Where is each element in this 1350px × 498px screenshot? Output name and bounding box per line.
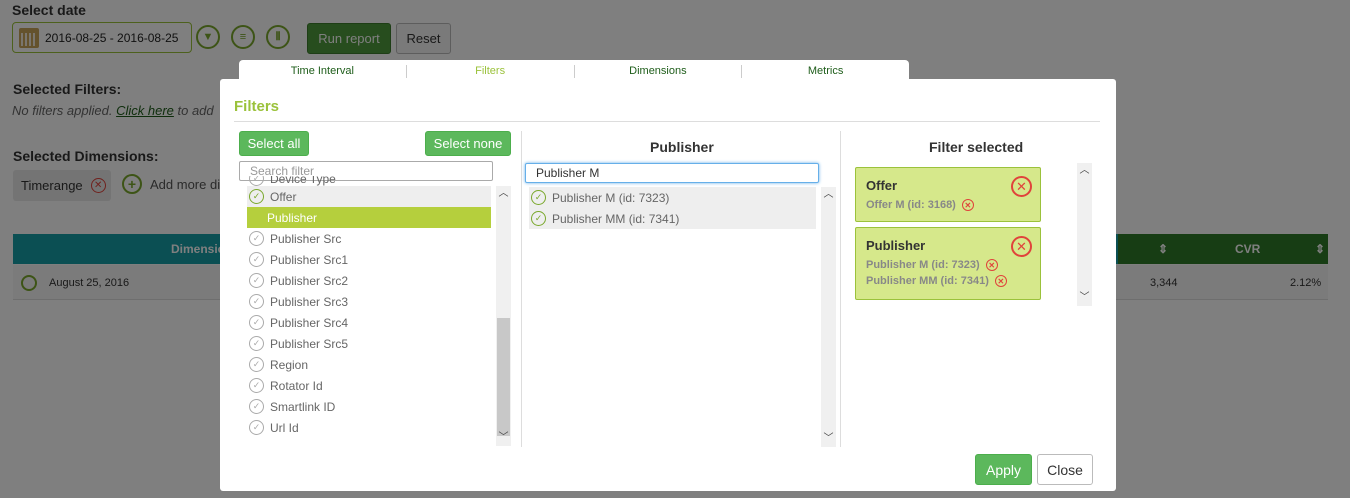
modal-tabs: Time Interval Filters Dimensions Metrics	[239, 60, 909, 82]
list-item[interactable]: ✓ Publisher M (id: 7323)	[529, 187, 816, 208]
list-item-label: Region	[270, 357, 309, 372]
list-item[interactable]: ✓ Publisher Src3	[247, 291, 491, 312]
scroll-thumb[interactable]	[497, 318, 510, 436]
check-icon: ✓	[531, 190, 546, 205]
list-item-label: Rotator Id	[270, 378, 323, 393]
publisher-list-scrollbar[interactable]: ︿ ﹀	[821, 187, 836, 447]
list-item[interactable]: ✓ Smartlink ID	[247, 396, 491, 417]
check-icon: ✓	[249, 176, 264, 186]
list-item-label: Device Type	[270, 176, 336, 186]
tab-time-interval[interactable]: Time Interval	[239, 64, 407, 78]
list-item[interactable]: ✓ Publisher Src5	[247, 333, 491, 354]
publisher-search-input[interactable]: Publisher M	[525, 163, 819, 183]
remove-filter-icon[interactable]: ✕	[1011, 236, 1032, 257]
list-item-label: Offer	[270, 189, 297, 204]
scroll-up-icon[interactable]: ︿	[821, 189, 836, 201]
remove-value-icon[interactable]: ✕	[994, 275, 1007, 287]
remove-value-icon[interactable]: ✕	[961, 199, 974, 211]
list-item-label: Publisher Src3	[270, 294, 349, 309]
select-all-button[interactable]: Select all	[239, 131, 309, 156]
list-item[interactable]: Publisher	[247, 207, 491, 228]
check-icon: ✓	[249, 399, 264, 414]
list-item-label: Publisher Src1	[270, 252, 349, 267]
column-divider	[521, 131, 522, 447]
remove-value-icon[interactable]: ✕	[985, 259, 998, 271]
scroll-down-icon[interactable]: ﹀	[496, 432, 511, 444]
list-item-label: Publisher Src4	[270, 315, 349, 330]
filter-list-scrollbar[interactable]: ︿ ﹀	[496, 186, 511, 446]
list-item[interactable]: ✓ Rotator Id	[247, 375, 491, 396]
list-item[interactable]: ✓ Publisher MM (id: 7341)	[529, 208, 816, 229]
close-button[interactable]: Close	[1037, 454, 1093, 485]
check-icon: ✓	[249, 357, 264, 372]
filter-value: Publisher M (id: 7323) ✕	[866, 259, 1030, 271]
check-icon: ✓	[531, 211, 546, 226]
list-item[interactable]: ✓ Publisher Src	[247, 228, 491, 249]
filter-value-label: Offer M (id: 3168)	[866, 199, 956, 211]
tab-dimensions[interactable]: Dimensions	[575, 64, 743, 78]
column-divider	[840, 131, 841, 447]
remove-filter-icon[interactable]: ✕	[1011, 176, 1032, 197]
filters-modal: Filters Select all Select none Search fi…	[220, 79, 1116, 491]
filter-value-label: Publisher MM (id: 7341)	[866, 275, 989, 287]
check-icon: ✓	[249, 378, 264, 393]
filter-value-label: Publisher M (id: 7323)	[866, 259, 980, 271]
tab-filters[interactable]: Filters	[407, 64, 575, 78]
list-item-label: Publisher	[267, 210, 318, 225]
filter-card-title: Offer	[866, 178, 898, 193]
filter-card-title: Publisher	[866, 238, 926, 253]
publisher-list: ✓ Publisher M (id: 7323) ✓ Publisher MM (id…	[529, 187, 816, 447]
scroll-up-icon[interactable]: ︿	[1077, 165, 1092, 177]
check-icon: ✓	[249, 189, 264, 204]
check-icon: ✓	[249, 315, 264, 330]
list-item-label: Url Id	[270, 420, 299, 435]
scroll-down-icon[interactable]: ﹀	[1077, 292, 1092, 304]
selected-filter-card: Offer ✕ Offer M (id: 3168) ✕	[855, 167, 1041, 222]
tab-metrics[interactable]: Metrics	[742, 65, 909, 78]
check-icon: ✓	[249, 294, 264, 309]
check-icon: ✓	[249, 336, 264, 351]
filter-selected-title: Filter selected	[929, 139, 1024, 155]
check-icon: ✓	[249, 273, 264, 288]
list-item-label: Publisher Src5	[270, 336, 349, 351]
list-item[interactable]: ✓ Publisher Src4	[247, 312, 491, 333]
filter-value: Publisher MM (id: 7341) ✕	[866, 275, 1030, 287]
selected-filters-scrollbar[interactable]: ︿ ﹀	[1077, 163, 1092, 306]
list-item-label: Publisher Src2	[270, 273, 349, 288]
check-icon: ✓	[249, 231, 264, 246]
list-item-label: Publisher Src	[270, 231, 342, 246]
list-item[interactable]: ✓ Url Id	[247, 417, 491, 438]
list-item-label: Publisher M (id: 7323)	[552, 190, 670, 205]
scroll-up-icon[interactable]: ︿	[496, 188, 511, 200]
publisher-column-title: Publisher	[650, 139, 714, 155]
list-item-label: Smartlink ID	[270, 399, 336, 414]
list-item[interactable]: ✓ Device Type	[247, 176, 491, 186]
check-icon: ✓	[249, 420, 264, 435]
selected-filter-card: Publisher ✕ Publisher M (id: 7323) ✕ Publish…	[855, 227, 1041, 300]
list-item-label: Publisher MM (id: 7341)	[552, 211, 680, 226]
filter-list: ✓ Device Type ✓ Offer Publisher ✓ Publisher Sr…	[247, 176, 491, 445]
check-icon: ✓	[249, 252, 264, 267]
list-item[interactable]: ✓ Offer	[247, 186, 491, 207]
filter-value: Offer M (id: 3168) ✕	[866, 199, 1030, 211]
scroll-down-icon[interactable]: ﹀	[821, 433, 836, 445]
select-none-button[interactable]: Select none	[425, 131, 511, 156]
modal-title: Filters	[234, 98, 280, 115]
divider	[234, 121, 1100, 122]
list-item[interactable]: ✓ Region	[247, 354, 491, 375]
list-item[interactable]: ✓ Publisher Src2	[247, 270, 491, 291]
list-item[interactable]: ✓ Publisher Src1	[247, 249, 491, 270]
apply-button[interactable]: Apply	[975, 454, 1032, 485]
